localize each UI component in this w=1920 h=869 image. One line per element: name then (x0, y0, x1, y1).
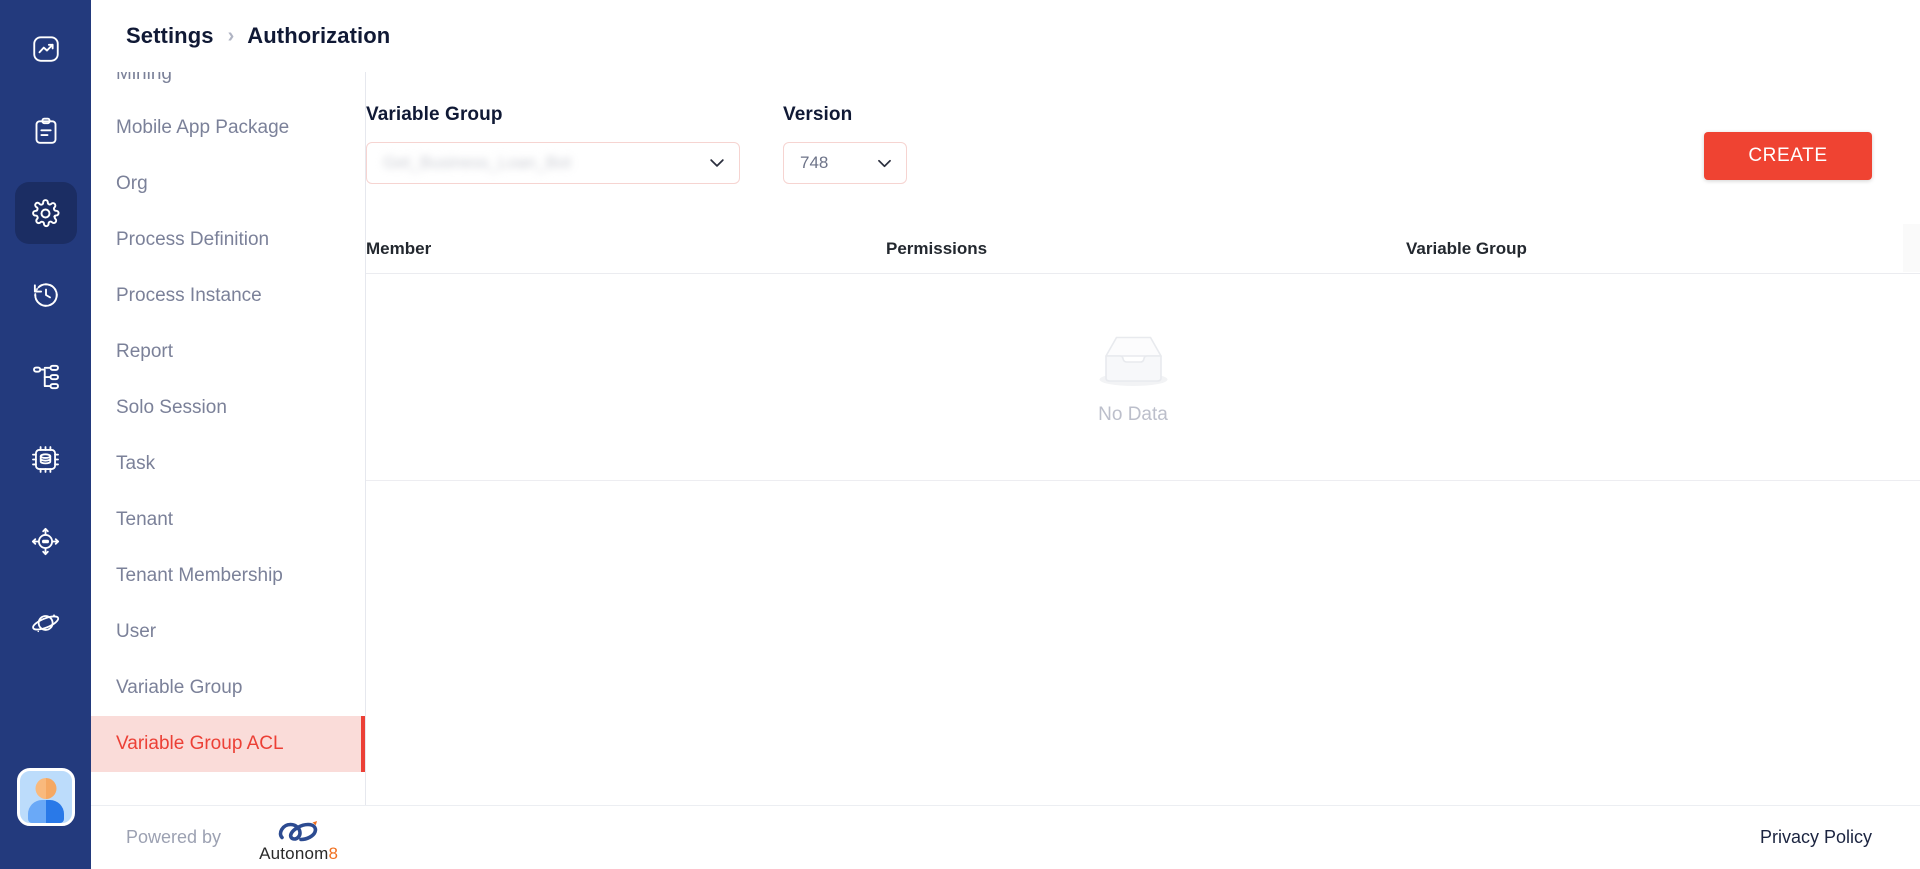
settings-menu-item-label: Mobile App Package (116, 117, 290, 138)
version-select[interactable]: 748 (783, 142, 907, 184)
column-header-variable-group: Variable Group (1406, 238, 1527, 258)
breadcrumb-current: Authorization (247, 23, 391, 48)
settings-menu-item-label: Task (116, 453, 156, 474)
version-value: 748 (800, 153, 829, 172)
settings-menu-item-label: Mining (116, 72, 172, 84)
version-field: Version 748 (783, 104, 907, 184)
variable-group-label: Variable Group (366, 104, 503, 125)
settings-menu-item-process-instance[interactable]: Process Instance (91, 268, 365, 324)
settings-menu-item-label: Solo Session (116, 397, 227, 418)
settings-menu-item-report[interactable]: Report (91, 324, 365, 380)
settings-menu-item-label: Variable Group (116, 677, 243, 698)
app-root: Settings › Authorization Mining Mobile Ap… (0, 0, 1920, 869)
settings-menu-item-label: Report (116, 341, 174, 362)
autonom8-wordmark: Autonom8 (259, 845, 338, 862)
primary-icon-rail (0, 0, 91, 869)
chevron-down-icon (707, 153, 727, 173)
create-button[interactable]: CREATE (1704, 132, 1872, 180)
autonom8-logo: Autonom8 (259, 820, 338, 862)
gear-icon[interactable] (14, 182, 77, 244)
settings-menu-item-mining[interactable]: Mining (91, 72, 365, 100)
breadcrumb: Settings › Authorization (91, 0, 1920, 72)
column-header-member: Member (366, 238, 432, 258)
settings-menu-item-variable-group[interactable]: Variable Group (91, 660, 365, 716)
settings-menu-item-label: Process Instance (116, 285, 262, 306)
settings-menu-item-org[interactable]: Org (91, 156, 365, 212)
acl-table: Member Permissions Variable Group No Dat… (366, 224, 1920, 481)
no-data-label: No Data (1098, 403, 1168, 425)
body-area: Mining Mobile App Package Org Process Defin… (91, 72, 1920, 805)
column-header-permissions: Permissions (886, 238, 988, 258)
right-region: Settings › Authorization Mining Mobile Ap… (91, 0, 1920, 869)
settings-menu[interactable]: Mining Mobile App Package Org Process Defin… (91, 72, 366, 805)
settings-menu-item-label: Tenant (116, 509, 174, 530)
avatar-head (35, 778, 56, 799)
autonom8-mark-icon (278, 820, 317, 841)
settings-menu-item-user[interactable]: User (91, 604, 365, 660)
table-empty-state: No Data (366, 274, 1920, 481)
settings-menu-item-tenant[interactable]: Tenant (91, 492, 365, 548)
settings-menu-item-label: Variable Group ACL (116, 733, 284, 754)
planet-icon[interactable] (15, 592, 77, 654)
variable-group-value: Get_Business_Loan_Bot (383, 153, 572, 172)
settings-menu-item-mobile-app-package[interactable]: Mobile App Package (91, 100, 365, 156)
privacy-policy-link[interactable]: Privacy Policy (1760, 827, 1872, 848)
main-panel: Variable Group Get_Business_Loan_Bot Ver… (366, 72, 1920, 805)
chevron-down-icon (874, 153, 894, 173)
avatar[interactable] (16, 768, 75, 826)
powered-by-label: Powered by (126, 827, 222, 847)
settings-menu-item-label: Process Definition (116, 229, 270, 250)
table-scrollbar[interactable] (1903, 224, 1920, 272)
variable-group-field: Variable Group Get_Business_Loan_Bot (366, 104, 740, 184)
controls-row: Variable Group Get_Business_Loan_Bot Ver… (366, 104, 1920, 214)
acl-table-inner: Member Permissions Variable Group No Dat… (366, 224, 1920, 481)
settings-menu-item-tenant-membership[interactable]: Tenant Membership (91, 548, 365, 604)
breadcrumb-root[interactable]: Settings (126, 23, 214, 49)
variable-group-select[interactable]: Get_Business_Loan_Bot (366, 142, 740, 184)
settings-menu-item-label: User (116, 621, 157, 642)
brand-name: Autonom (259, 843, 329, 863)
target-icon[interactable] (15, 510, 77, 572)
sitemap-icon[interactable] (15, 346, 77, 408)
table-header-row: Member Permissions Variable Group (366, 224, 1920, 274)
settings-menu-item-task[interactable]: Task (91, 436, 365, 492)
clipboard-icon[interactable] (15, 100, 77, 162)
settings-menu-item-solo-session[interactable]: Solo Session (91, 380, 365, 436)
settings-menu-item-variable-group-acl[interactable]: Variable Group ACL (91, 716, 365, 772)
settings-menu-item-label: Org (116, 173, 148, 194)
version-label: Version (783, 104, 853, 125)
chevron-right-icon: › (227, 25, 235, 47)
footer: Powered by Autonom8 Privacy Policy (91, 805, 1920, 869)
analytics-icon[interactable] (15, 18, 77, 80)
history-icon[interactable] (15, 264, 77, 326)
settings-menu-item-label: Tenant Membership (116, 565, 283, 586)
empty-inbox-icon (1099, 336, 1167, 386)
chip-icon[interactable] (15, 428, 77, 490)
avatar-body (27, 800, 64, 823)
empty-state-inner: No Data (1092, 329, 1175, 426)
brand-suffix: 8 (328, 843, 339, 863)
settings-menu-item-process-definition[interactable]: Process Definition (91, 212, 365, 268)
